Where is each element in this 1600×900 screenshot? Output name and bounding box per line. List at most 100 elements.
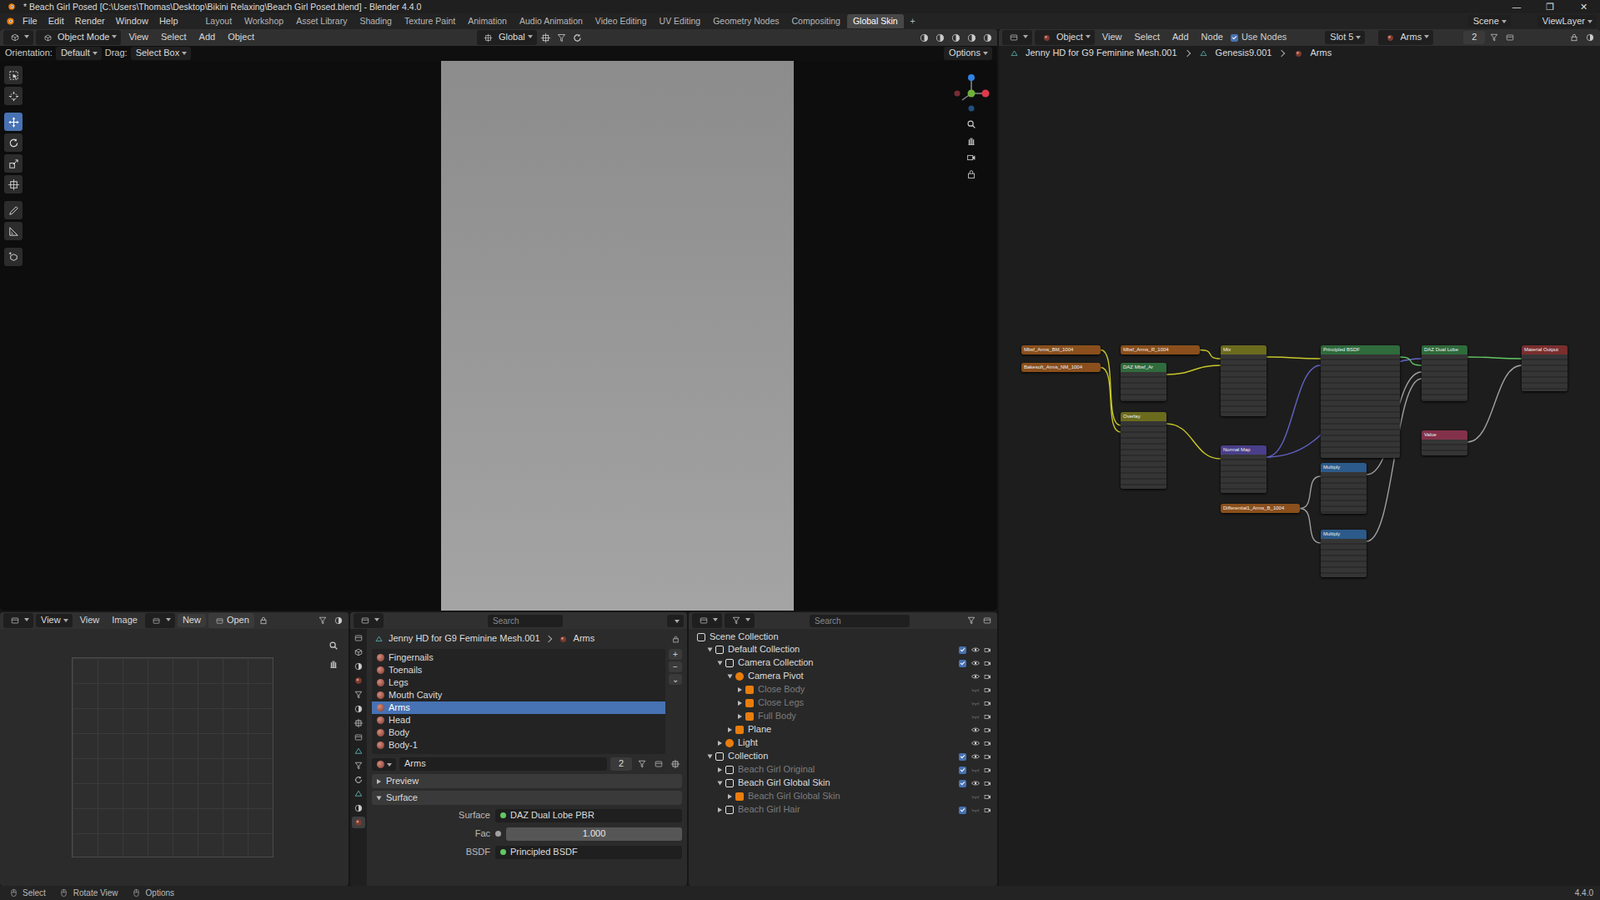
breadcrumb-item[interactable]: Arms	[1309, 47, 1332, 59]
node-link[interactable]	[1399, 356, 1422, 366]
tool-button[interactable]	[4, 86, 23, 106]
visibility-toggle[interactable]	[968, 682, 982, 697]
exclude-toggle[interactable]	[956, 682, 969, 697]
shader-type-selector[interactable]: Object	[1034, 30, 1095, 46]
node-link[interactable]	[1100, 367, 1121, 433]
orientation-selector[interactable]: Global	[476, 30, 537, 46]
material-slot[interactable]: Body-1	[371, 738, 666, 752]
shader-node[interactable]: Principled BSDF	[1320, 345, 1400, 458]
node-link[interactable]	[1467, 356, 1522, 359]
shader-node[interactable]: Material Output	[1521, 345, 1568, 392]
node-link[interactable]	[1299, 476, 1321, 509]
render-toggle[interactable]	[981, 762, 994, 777]
view-layer-selector[interactable]: ViewLayer	[1537, 15, 1597, 28]
tool-button[interactable]	[4, 133, 23, 152]
outliner-item[interactable]: Beach Girl Global Skin	[688, 776, 998, 790]
node-menu[interactable]: Select	[1128, 30, 1165, 44]
visibility-toggle[interactable]	[968, 669, 982, 683]
properties-tab[interactable]	[351, 787, 366, 800]
outliner-search[interactable]	[809, 614, 910, 627]
exclude-checkbox[interactable]	[958, 659, 967, 668]
image-mode-selector[interactable]: View	[35, 613, 73, 627]
render-toggle[interactable]	[981, 749, 994, 763]
material-slot[interactable]: Arms	[371, 701, 666, 714]
visibility-toggle[interactable]	[968, 656, 982, 670]
exclude-checkbox[interactable]	[958, 752, 967, 761]
display-mode-button[interactable]	[724, 612, 755, 628]
outliner-item[interactable]: Beach Girl Original	[688, 762, 998, 777]
properties-tab[interactable]	[351, 631, 366, 644]
material-name-field[interactable]: Arms	[399, 757, 607, 770]
workspace-tab[interactable]: Compositing	[786, 14, 847, 29]
visibility-toggle[interactable]	[968, 802, 982, 817]
node-link[interactable]	[1299, 508, 1321, 544]
shader-node[interactable]: DAZ Mbsf_Ar	[1120, 362, 1167, 402]
properties-tab[interactable]	[351, 731, 366, 743]
node-menu[interactable]: View	[1097, 30, 1128, 44]
exclude-toggle[interactable]	[956, 656, 969, 670]
render-toggle[interactable]	[981, 669, 994, 683]
properties-tab[interactable]	[351, 688, 366, 701]
expand-arrow[interactable]	[725, 727, 734, 733]
render-toggle[interactable]	[981, 789, 994, 803]
material-users[interactable]: 2	[610, 757, 632, 770]
node-link[interactable]	[1266, 365, 1321, 457]
render-toggle[interactable]	[981, 709, 994, 723]
visibility-toggle[interactable]	[968, 749, 982, 763]
drag-selector[interactable]: Select Box	[130, 46, 192, 60]
expand-arrow[interactable]	[735, 713, 744, 719]
menu-item[interactable]: File	[17, 15, 43, 28]
slot-button[interactable]: −	[668, 661, 683, 673]
expand-arrow[interactable]	[715, 660, 724, 666]
expand-arrow[interactable]	[715, 780, 724, 786]
render-toggle[interactable]	[981, 656, 994, 670]
material-slot[interactable]: Legs	[371, 676, 666, 689]
slot-button[interactable]: ⌄	[668, 673, 683, 685]
node-link[interactable]	[1467, 365, 1522, 442]
viewport-menu[interactable]: Add	[194, 30, 221, 44]
use-nodes-toggle[interactable]: Use Nodes	[1230, 31, 1287, 43]
linked-node-field[interactable]: DAZ Dual Lobe PBR	[495, 808, 683, 823]
material-selector[interactable]: Arms	[1378, 30, 1434, 46]
editor-type-button[interactable]	[353, 612, 384, 628]
exclude-checkbox[interactable]	[958, 766, 967, 774]
mode-selector[interactable]: Object Mode	[35, 30, 121, 46]
slot-button[interactable]: +	[668, 648, 683, 660]
outliner-item[interactable]: Scene Collection	[688, 630, 998, 643]
menu-item[interactable]: Window	[110, 15, 154, 28]
visibility-toggle[interactable]	[968, 776, 982, 790]
workspace-tab[interactable]: Workshop	[238, 14, 290, 29]
exclude-toggle[interactable]	[956, 749, 969, 763]
viewport-menu[interactable]: Select	[155, 30, 192, 44]
node-menu[interactable]: Node	[1196, 30, 1229, 44]
transform-orientation-selector[interactable]: Default	[55, 46, 102, 60]
window-control-button[interactable]: ❐	[1533, 1, 1567, 13]
axis-gizmo-icon[interactable]	[950, 72, 993, 115]
outliner-item[interactable]: Beach Girl Global Skin	[688, 789, 998, 803]
menu-item[interactable]: Render	[70, 15, 111, 28]
render-toggle[interactable]	[981, 722, 994, 737]
open-image-button[interactable]: Open	[208, 612, 255, 628]
properties-tab[interactable]	[351, 646, 366, 658]
user-count[interactable]: 2	[1463, 30, 1485, 44]
shader-node[interactable]: DAZ Dual Lobe	[1421, 345, 1468, 402]
shader-node[interactable]: Bakesoft_Arms_NM_1004	[1021, 362, 1101, 372]
options-button[interactable]: Options	[943, 46, 993, 60]
node-menu[interactable]: Add	[1167, 30, 1194, 44]
properties-tab[interactable]	[351, 802, 366, 814]
exclude-toggle[interactable]	[956, 642, 969, 657]
exclude-toggle[interactable]	[956, 762, 969, 777]
shader-node[interactable]: Mix	[1220, 345, 1267, 417]
outliner-item[interactable]: Camera Collection	[688, 656, 998, 670]
use-nodes-checkbox[interactable]	[1230, 34, 1239, 42]
expand-arrow[interactable]	[715, 807, 724, 813]
menu-item[interactable]: Edit	[43, 15, 70, 28]
exclude-checkbox[interactable]	[958, 806, 967, 814]
outliner-item[interactable]: Light	[688, 736, 998, 750]
editor-type-button[interactable]	[3, 612, 34, 628]
expand-arrow[interactable]	[715, 740, 724, 746]
outliner-item[interactable]: Beach Girl Hair	[688, 802, 998, 817]
outliner-item[interactable]: Close Legs	[688, 696, 998, 710]
render-toggle[interactable]	[981, 696, 994, 710]
properties-tab[interactable]	[351, 717, 366, 729]
